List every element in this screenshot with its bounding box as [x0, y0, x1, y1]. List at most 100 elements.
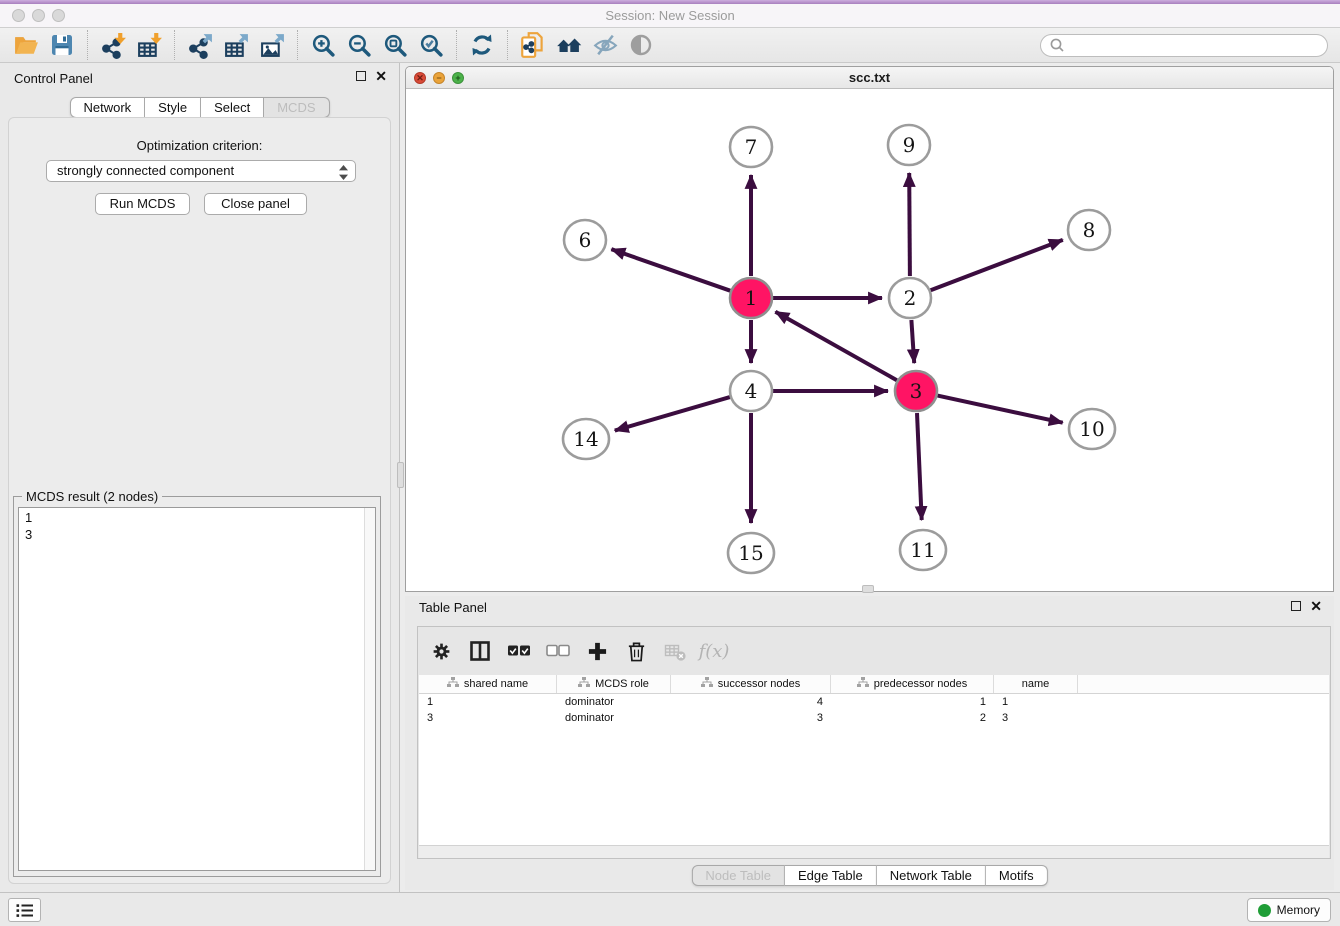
- export-table-button[interactable]: [220, 29, 252, 61]
- column-header-successor-nodes[interactable]: successor nodes: [671, 675, 831, 693]
- graph-node-8[interactable]: 8: [1068, 210, 1110, 250]
- zoom-out-button[interactable]: [343, 29, 375, 61]
- control-tab-select[interactable]: Select: [201, 97, 264, 118]
- close-table-panel-icon[interactable]: ✕: [1310, 601, 1322, 611]
- home-view-button[interactable]: [553, 29, 585, 61]
- control-tab-mcds[interactable]: MCDS: [264, 97, 329, 118]
- table-row[interactable]: 1dominator411: [419, 694, 1329, 710]
- graph-edge-2-3[interactable]: [911, 320, 914, 363]
- cell-successor-nodes[interactable]: 3: [671, 710, 831, 726]
- unselect-all-button[interactable]: [545, 638, 571, 664]
- show-columns-button[interactable]: [467, 638, 493, 664]
- cell-predecessor-nodes[interactable]: 2: [831, 710, 994, 726]
- graph-node-2[interactable]: 2: [889, 278, 931, 318]
- cell-predecessor-nodes[interactable]: 1: [831, 694, 994, 710]
- close-panel-button[interactable]: Close panel: [204, 193, 307, 215]
- graph-edge-3-10[interactable]: [938, 396, 1063, 423]
- export-network-button[interactable]: [184, 29, 216, 61]
- table-panel-tabs: Node TableEdge TableNetwork TableMotifs: [691, 865, 1047, 886]
- close-panel-icon[interactable]: ✕: [375, 71, 387, 81]
- column-header-MCDS-role[interactable]: MCDS role: [557, 675, 671, 693]
- select-all-button[interactable]: [506, 638, 532, 664]
- float-table-panel-icon[interactable]: [1291, 601, 1301, 611]
- column-header-shared-name[interactable]: shared name: [419, 675, 557, 693]
- column-header-predecessor-nodes[interactable]: predecessor nodes: [831, 675, 994, 693]
- hide-graphics-details-button[interactable]: [589, 29, 621, 61]
- import-network-button[interactable]: [97, 29, 129, 61]
- add-row-button[interactable]: [584, 638, 610, 664]
- network-canvas[interactable]: 7 9 6 8 1 2 4 3 14 10 15 11: [406, 89, 1333, 591]
- network-window-titlebar[interactable]: ✕ − + scc.txt: [406, 67, 1333, 89]
- control-tab-network[interactable]: Network: [69, 97, 145, 118]
- search-input[interactable]: [1069, 36, 1327, 55]
- plus-icon: [587, 641, 608, 662]
- graph-node-4[interactable]: 4: [730, 371, 772, 411]
- delete-table-button[interactable]: [662, 638, 688, 664]
- delete-row-button[interactable]: [623, 638, 649, 664]
- column-type-icon: [447, 677, 459, 691]
- zoom-selected-button[interactable]: [415, 29, 447, 61]
- table-settings-button[interactable]: [428, 638, 454, 664]
- svg-text:8: 8: [1083, 218, 1096, 242]
- graph-node-10[interactable]: 10: [1069, 409, 1115, 449]
- memory-button[interactable]: Memory: [1247, 898, 1331, 922]
- graph-edge-3-11[interactable]: [917, 413, 922, 520]
- graph-node-3[interactable]: 3: [895, 371, 937, 411]
- refresh-button[interactable]: [466, 29, 498, 61]
- table-horizontal-scrollbar[interactable]: [419, 845, 1329, 858]
- table-tab-motifs[interactable]: Motifs: [986, 865, 1048, 886]
- control-tab-style[interactable]: Style: [145, 97, 201, 118]
- float-panel-icon[interactable]: [356, 71, 366, 81]
- criterion-dropdown[interactable]: strongly connected component: [46, 160, 356, 182]
- graph-edge-1-6[interactable]: [611, 249, 730, 291]
- graph-node-1[interactable]: 1: [730, 278, 772, 318]
- table-tab-network-table[interactable]: Network Table: [877, 865, 986, 886]
- network-close-button[interactable]: ✕: [414, 72, 426, 84]
- graph-node-14[interactable]: 14: [563, 419, 609, 459]
- search-icon: [1049, 37, 1065, 53]
- zoom-fit-button[interactable]: [379, 29, 411, 61]
- open-session-button[interactable]: [10, 29, 42, 61]
- graph-edge-2-8[interactable]: [931, 240, 1063, 290]
- graph-node-6[interactable]: 6: [564, 220, 606, 260]
- vertical-splitter-grip[interactable]: [397, 462, 404, 488]
- column-header-name[interactable]: name: [994, 675, 1078, 693]
- graph-edge-2-9[interactable]: [909, 173, 910, 276]
- graph-node-9[interactable]: 9: [888, 125, 930, 165]
- search-box[interactable]: [1040, 34, 1328, 57]
- network-minimize-button[interactable]: −: [433, 72, 445, 84]
- cell-shared-name[interactable]: 3: [419, 710, 557, 726]
- table-tab-node-table[interactable]: Node Table: [691, 865, 785, 886]
- cell-shared-name[interactable]: 1: [419, 694, 557, 710]
- function-builder-button[interactable]: f(x): [701, 638, 727, 664]
- graph-node-15[interactable]: 15: [728, 533, 774, 573]
- task-history-button[interactable]: [8, 898, 41, 922]
- mcds-result-text[interactable]: 1 3: [18, 507, 376, 871]
- table-tab-edge-table[interactable]: Edge Table: [785, 865, 877, 886]
- network-maximize-button[interactable]: +: [452, 72, 464, 84]
- open-network-file-button[interactable]: [517, 29, 549, 61]
- cell-name[interactable]: 3: [994, 710, 1078, 726]
- export-image-button[interactable]: [256, 29, 288, 61]
- main-toolbar: [0, 28, 1340, 63]
- table-row[interactable]: 3dominator323: [419, 710, 1329, 726]
- result-scrollbar[interactable]: [364, 508, 375, 870]
- graph-edge-3-1[interactable]: [775, 312, 896, 381]
- window-titlebar[interactable]: Session: New Session: [0, 4, 1340, 28]
- zoom-in-button[interactable]: [307, 29, 339, 61]
- cell-successor-nodes[interactable]: 4: [671, 694, 831, 710]
- graph-node-11[interactable]: 11: [900, 530, 946, 570]
- horizontal-splitter-grip[interactable]: [862, 585, 874, 593]
- show-graphics-details-button[interactable]: [625, 29, 657, 61]
- trash-icon: [626, 640, 647, 663]
- run-mcds-button[interactable]: Run MCDS: [95, 193, 190, 215]
- cell-MCDS-role[interactable]: dominator: [557, 710, 671, 726]
- graph-node-7[interactable]: 7: [730, 127, 772, 167]
- import-table-button[interactable]: [133, 29, 165, 61]
- cell-name[interactable]: 1: [994, 694, 1078, 710]
- graph-edge-4-14[interactable]: [615, 397, 730, 431]
- export-image-icon: [259, 32, 286, 59]
- import-network-icon: [100, 32, 127, 59]
- save-session-button[interactable]: [46, 29, 78, 61]
- cell-MCDS-role[interactable]: dominator: [557, 694, 671, 710]
